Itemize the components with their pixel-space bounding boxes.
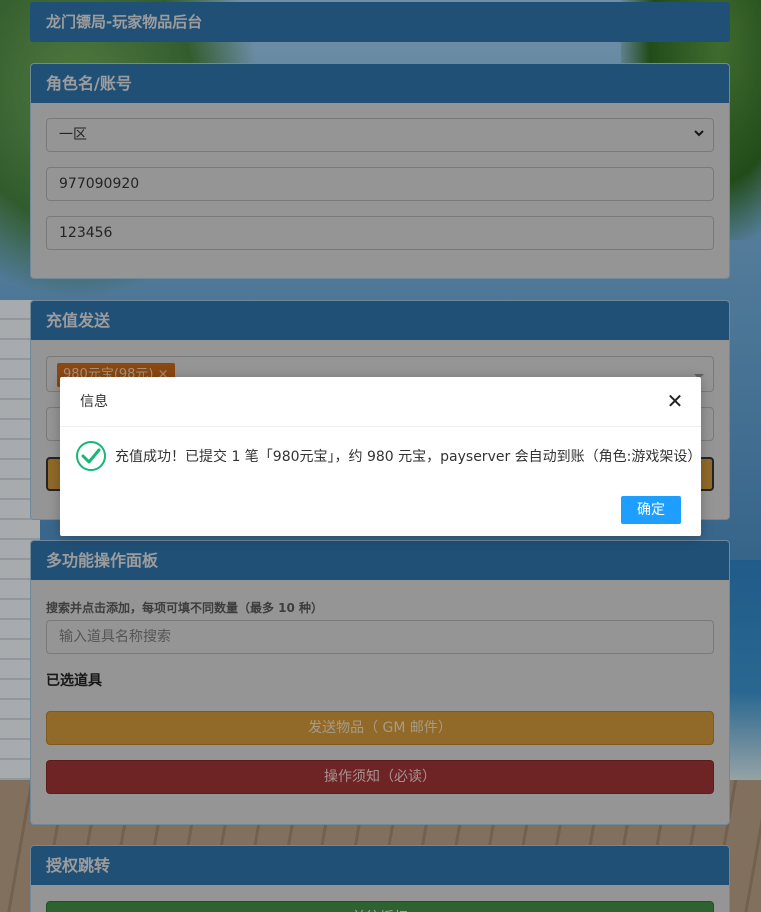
ok-button[interactable]: 确定 [621, 496, 681, 524]
info-dialog: 信息 ✕ 充值成功！已提交 1 笔「980元宝」，约 980 元宝，payser… [60, 377, 701, 536]
close-icon[interactable]: ✕ [663, 389, 687, 413]
check-circle-icon [75, 440, 107, 472]
dialog-title: 信息 [60, 377, 701, 427]
dialog-body: 充值成功！已提交 1 笔「980元宝」，约 980 元宝，payserver 会… [75, 440, 701, 474]
dialog-message: 充值成功！已提交 1 笔「980元宝」，约 980 元宝，payserver 会… [115, 449, 702, 465]
